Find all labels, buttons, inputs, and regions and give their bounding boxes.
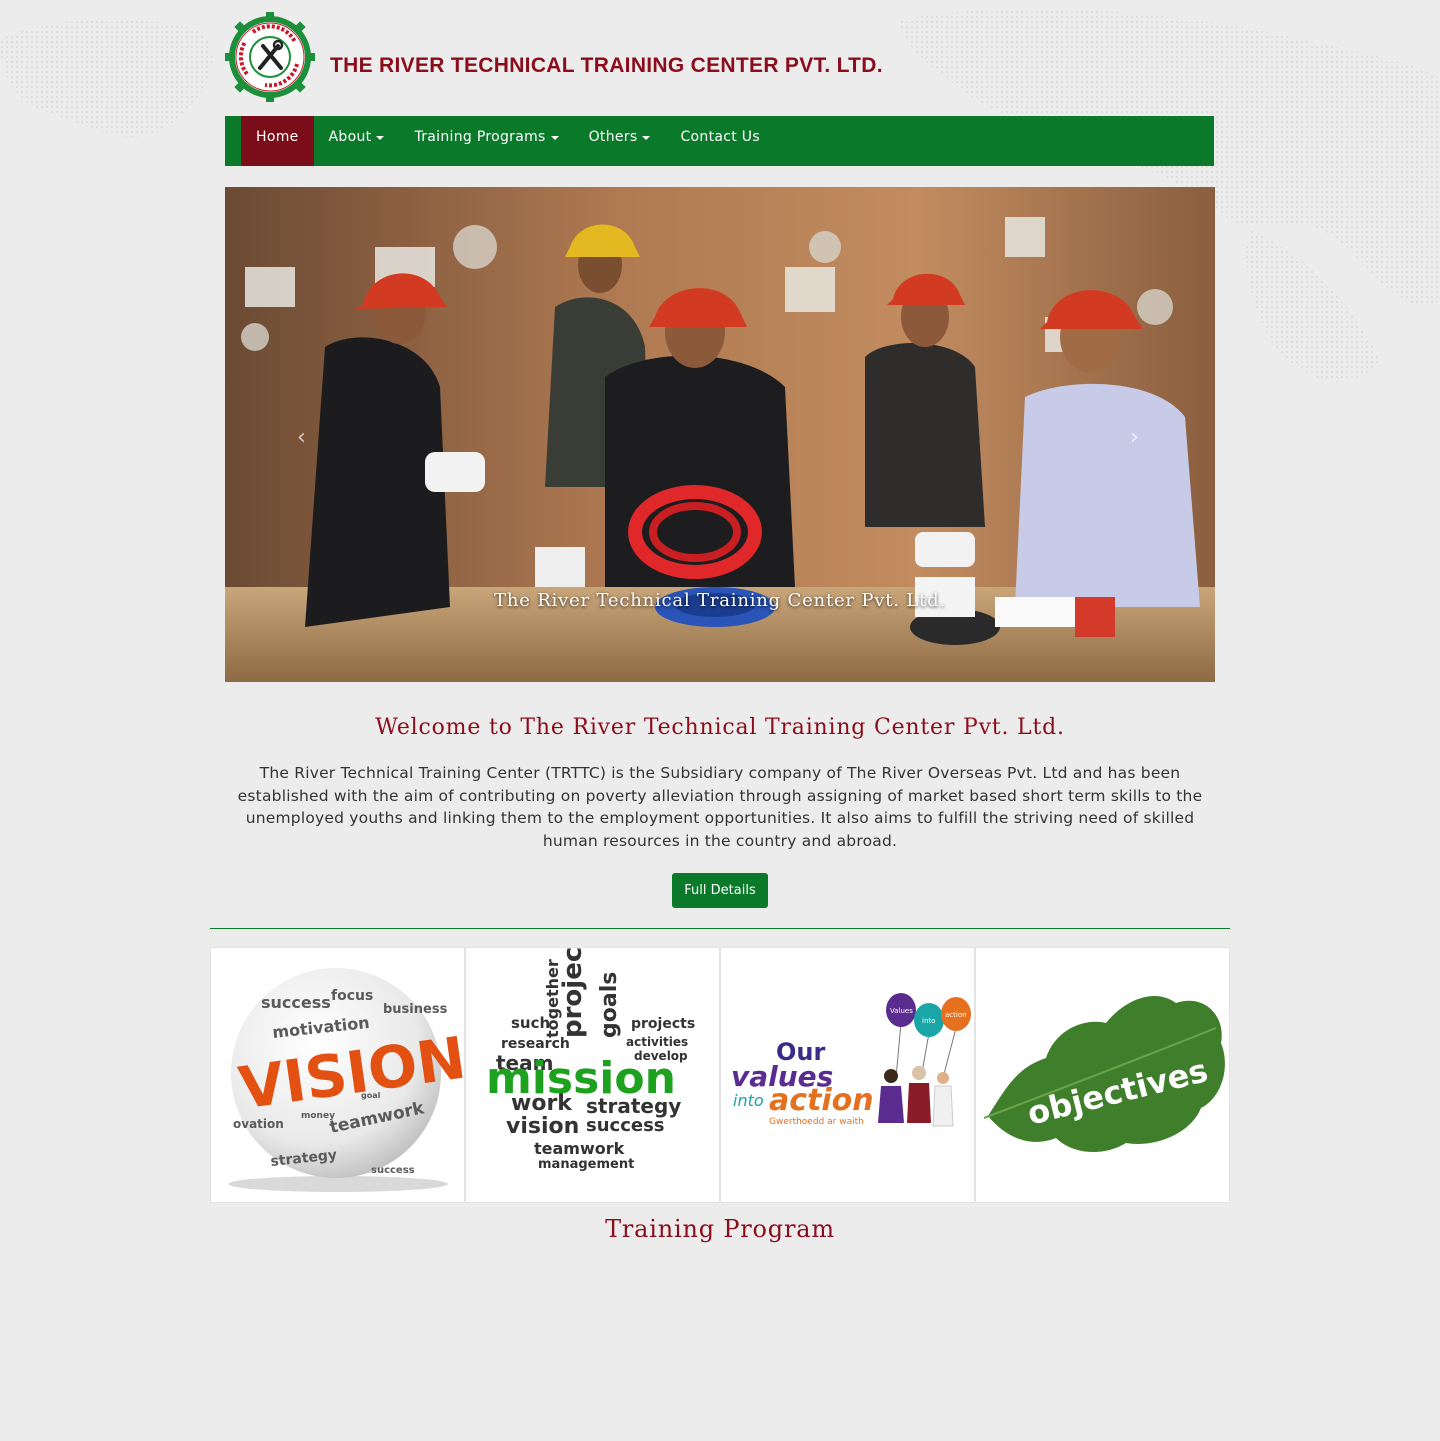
carousel-caption: The River Technical Training Center Pvt.… (494, 590, 946, 611)
nav-item-home-label: Home (256, 129, 299, 145)
caret-down-icon (550, 136, 559, 140)
nav-item-about-label: About (328, 129, 372, 145)
caret-down-icon (376, 136, 385, 140)
svg-text:projects: projects (631, 1016, 695, 1032)
nav-item-contact-us[interactable]: Contact Us (665, 116, 774, 166)
training-program-title: Training Program (605, 1215, 835, 1243)
svg-text:teamwork: teamwork (534, 1139, 625, 1158)
svg-text:project: project (558, 948, 588, 1038)
logo-icon[interactable] (225, 12, 315, 102)
svg-text:management: management (538, 1157, 634, 1172)
welcome-title: Welcome to The River Technical Training … (375, 715, 1065, 740)
info-tiles: success focus motivation business teamwo… (210, 947, 1230, 1203)
values-into-action-image: Our values into action Gwerthoedd ar wai… (731, 993, 971, 1127)
nav-item-training-programs[interactable]: Training Programs (399, 116, 573, 166)
balloon-label-into: into (922, 1017, 935, 1025)
tile-mission[interactable]: such research . projects activities deve… (465, 947, 720, 1203)
svg-text:success: success (586, 1115, 665, 1136)
nav-item-others-label: Others (588, 129, 638, 145)
tile-values[interactable]: Our values into action Gwerthoedd ar wai… (720, 947, 975, 1203)
svg-text:together: together (543, 959, 562, 1038)
nav-item-home[interactable]: Home (241, 116, 314, 166)
site-title[interactable]: THE RIVER TECHNICAL TRAINING CENTER PVT.… (330, 54, 883, 78)
svg-text:success: success (261, 993, 331, 1012)
svg-text:goals: goals (597, 972, 622, 1038)
values-line4: action (769, 1083, 874, 1118)
nav-item-about[interactable]: About (314, 116, 400, 166)
site-branding[interactable]: THE RIVER TECHNICAL TRAINING CENTER PVT.… (225, 12, 1125, 104)
nav-item-contact-us-label: Contact Us (680, 129, 760, 145)
nav-item-training-programs-label: Training Programs (414, 129, 546, 145)
svg-text:business: business (383, 1002, 448, 1017)
values-line3: into (733, 1091, 764, 1110)
values-tagline: Gwerthoedd ar waith (769, 1117, 864, 1127)
svg-text:vision: vision (506, 1114, 579, 1139)
tile-objectives[interactable]: objectives (975, 947, 1230, 1203)
welcome-text: The River Technical Training Center (TRT… (237, 764, 1203, 850)
mission-wordcloud-image: such research . projects activities deve… (486, 948, 700, 1180)
svg-text:success: success (371, 1165, 415, 1176)
section-divider (210, 928, 1230, 929)
hero-carousel[interactable]: The River Technical Training Center Pvt.… (225, 187, 1215, 682)
balloon-label-action: action (945, 1011, 967, 1019)
svg-text:activities: activities (626, 1035, 688, 1049)
chevron-left-icon[interactable]: ‹ (297, 425, 306, 450)
chevron-right-icon[interactable]: › (1130, 425, 1139, 450)
caret-down-icon (642, 136, 651, 140)
nav-item-others[interactable]: Others (574, 116, 666, 166)
balloon-label-values: Values (890, 1007, 913, 1015)
mission-word: mission (486, 1053, 676, 1104)
full-details-button[interactable]: Full Details (672, 873, 768, 908)
vision-sphere-image: success focus motivation business teamwo… (228, 968, 464, 1192)
main-navbar: Home About Training Programs Others Cont… (225, 116, 1214, 166)
svg-text:focus: focus (331, 988, 373, 1004)
objectives-leaf-image: objectives (983, 995, 1225, 1153)
tile-vision[interactable]: success focus motivation business teamwo… (210, 947, 465, 1203)
